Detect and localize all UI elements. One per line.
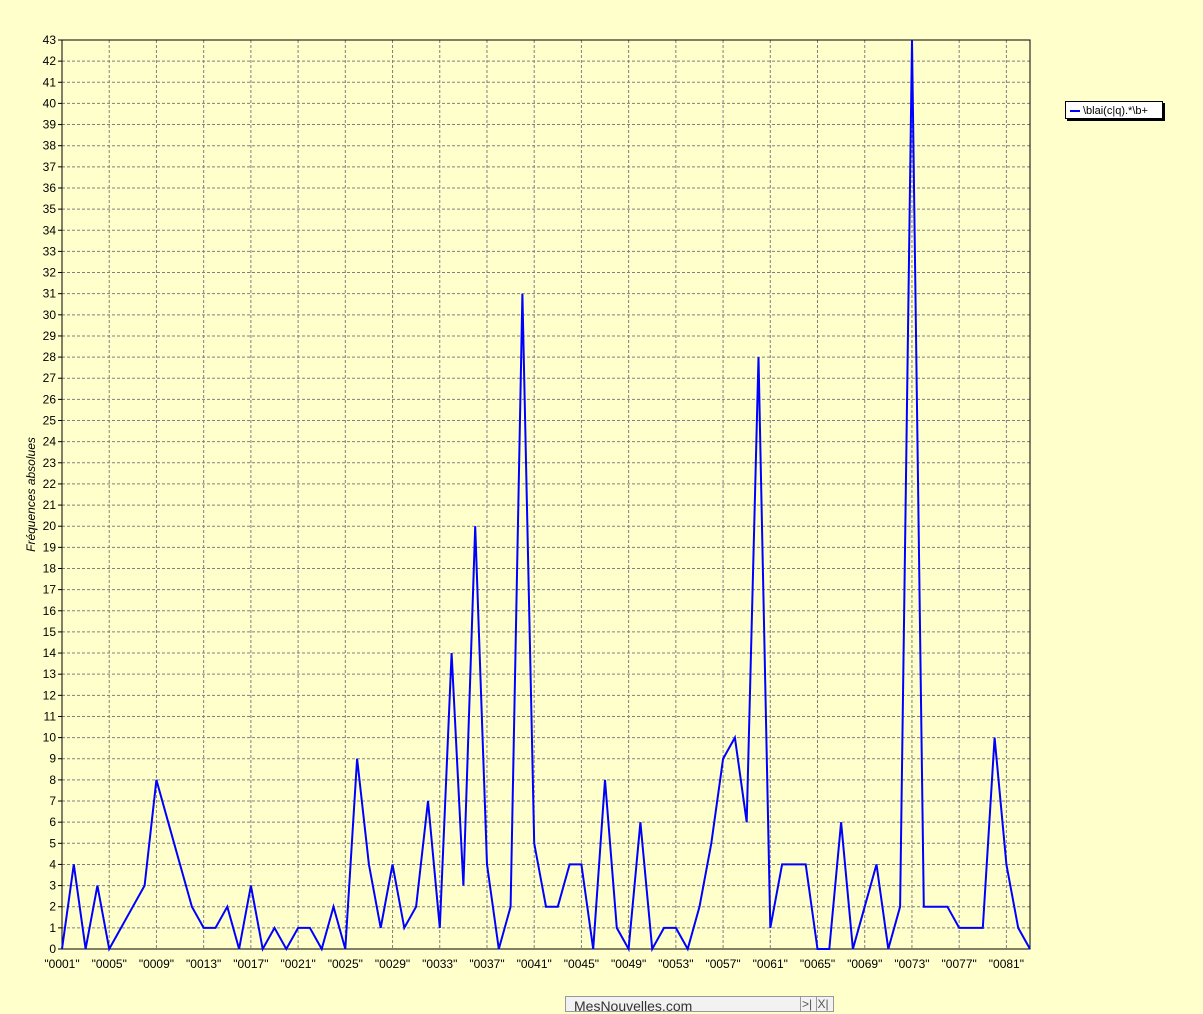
y-tick-label: 34	[43, 223, 57, 237]
x-tick-label: "0057"	[705, 957, 740, 971]
x-tick-label: "0001"	[44, 957, 79, 971]
y-tick-label: 38	[43, 139, 57, 153]
y-tick-label: 24	[43, 435, 57, 449]
y-tick-label: 25	[43, 414, 57, 428]
y-tick-label: 12	[43, 688, 57, 702]
y-tick-label: 23	[43, 456, 57, 470]
y-axis-label: Fréquences absolues	[24, 437, 38, 552]
y-tick-label: 5	[49, 836, 56, 850]
y-tick-label: 36	[43, 181, 57, 195]
y-tick-label: 33	[43, 244, 57, 258]
x-tick-label: "0009"	[139, 957, 174, 971]
y-tick-label: 16	[43, 604, 57, 618]
x-tick-label: "0029"	[375, 957, 410, 971]
y-tick-label: 29	[43, 329, 57, 343]
y-tick-label: 14	[43, 646, 57, 660]
y-tick-label: 1	[49, 921, 56, 935]
y-axis-ticks: 0123456789101112131415161718192021222324…	[43, 33, 62, 956]
close-button[interactable]: X|	[816, 997, 829, 1011]
legend: \blai(c|q).*\b+	[1065, 101, 1163, 119]
line-chart: 0123456789101112131415161718192021222324…	[24, 33, 1031, 971]
y-tick-label: 31	[43, 287, 57, 301]
y-tick-label: 35	[43, 202, 57, 216]
y-tick-label: 32	[43, 266, 57, 280]
y-tick-label: 28	[43, 350, 57, 364]
legend-label: \blai(c|q).*\b+	[1083, 105, 1148, 117]
x-tick-label: "0041"	[517, 957, 552, 971]
y-tick-label: 17	[43, 583, 57, 597]
y-tick-label: 26	[43, 392, 57, 406]
x-tick-label: "0069"	[847, 957, 882, 971]
next-button[interactable]: >|	[800, 997, 813, 1011]
x-tick-label: "0037"	[469, 957, 504, 971]
y-tick-label: 8	[49, 773, 56, 787]
plot-frame	[61, 39, 1031, 950]
legend-swatch	[1070, 110, 1080, 113]
x-tick-label: "0017"	[233, 957, 268, 971]
y-tick-label: 20	[43, 519, 57, 533]
y-tick-label: 40	[43, 96, 57, 110]
y-tick-label: 37	[43, 160, 57, 174]
x-tick-label: "0033"	[422, 957, 457, 971]
y-tick-label: 15	[43, 625, 57, 639]
x-tick-label: "0045"	[564, 957, 599, 971]
grid	[61, 39, 1030, 950]
x-tick-label: "0081"	[989, 957, 1024, 971]
x-tick-label: "0077"	[942, 957, 977, 971]
y-tick-label: 0	[49, 942, 56, 956]
bottom-banner[interactable]: MesNouvelles.com >| X|	[565, 996, 834, 1014]
series-line	[61, 39, 1031, 953]
y-tick-label: 10	[43, 731, 57, 745]
y-tick-label: 43	[43, 33, 57, 47]
y-tick-label: 19	[43, 540, 57, 554]
x-tick-label: "0073"	[894, 957, 929, 971]
y-tick-label: 6	[49, 815, 56, 829]
y-tick-label: 18	[43, 561, 57, 575]
y-tick-label: 13	[43, 667, 57, 681]
y-tick-label: 7	[49, 794, 56, 808]
x-axis-ticks: "0001" "0005" "0009" "0013" "0017" "0021" "002…	[44, 957, 1024, 971]
x-tick-label: "0025"	[328, 957, 363, 971]
x-tick-label: "0021"	[280, 957, 315, 971]
x-tick-label: "0065"	[800, 957, 835, 971]
x-tick-label: "0013"	[186, 957, 221, 971]
x-tick-label: "0049"	[611, 957, 646, 971]
y-tick-label: 39	[43, 118, 57, 132]
x-tick-label: "0053"	[658, 957, 693, 971]
y-tick-label: 42	[43, 54, 57, 68]
x-tick-label: "0005"	[92, 957, 127, 971]
y-tick-label: 41	[43, 75, 57, 89]
y-tick-label: 11	[44, 709, 57, 723]
y-tick-label: 27	[43, 371, 57, 385]
y-tick-label: 4	[49, 857, 56, 871]
y-tick-label: 30	[43, 308, 57, 322]
y-tick-label: 22	[43, 477, 57, 491]
x-tick-label: "0061"	[753, 957, 788, 971]
y-tick-label: 3	[49, 879, 56, 893]
y-tick-label: 2	[49, 900, 56, 914]
y-tick-label: 9	[49, 752, 56, 766]
y-tick-label: 21	[43, 498, 57, 512]
